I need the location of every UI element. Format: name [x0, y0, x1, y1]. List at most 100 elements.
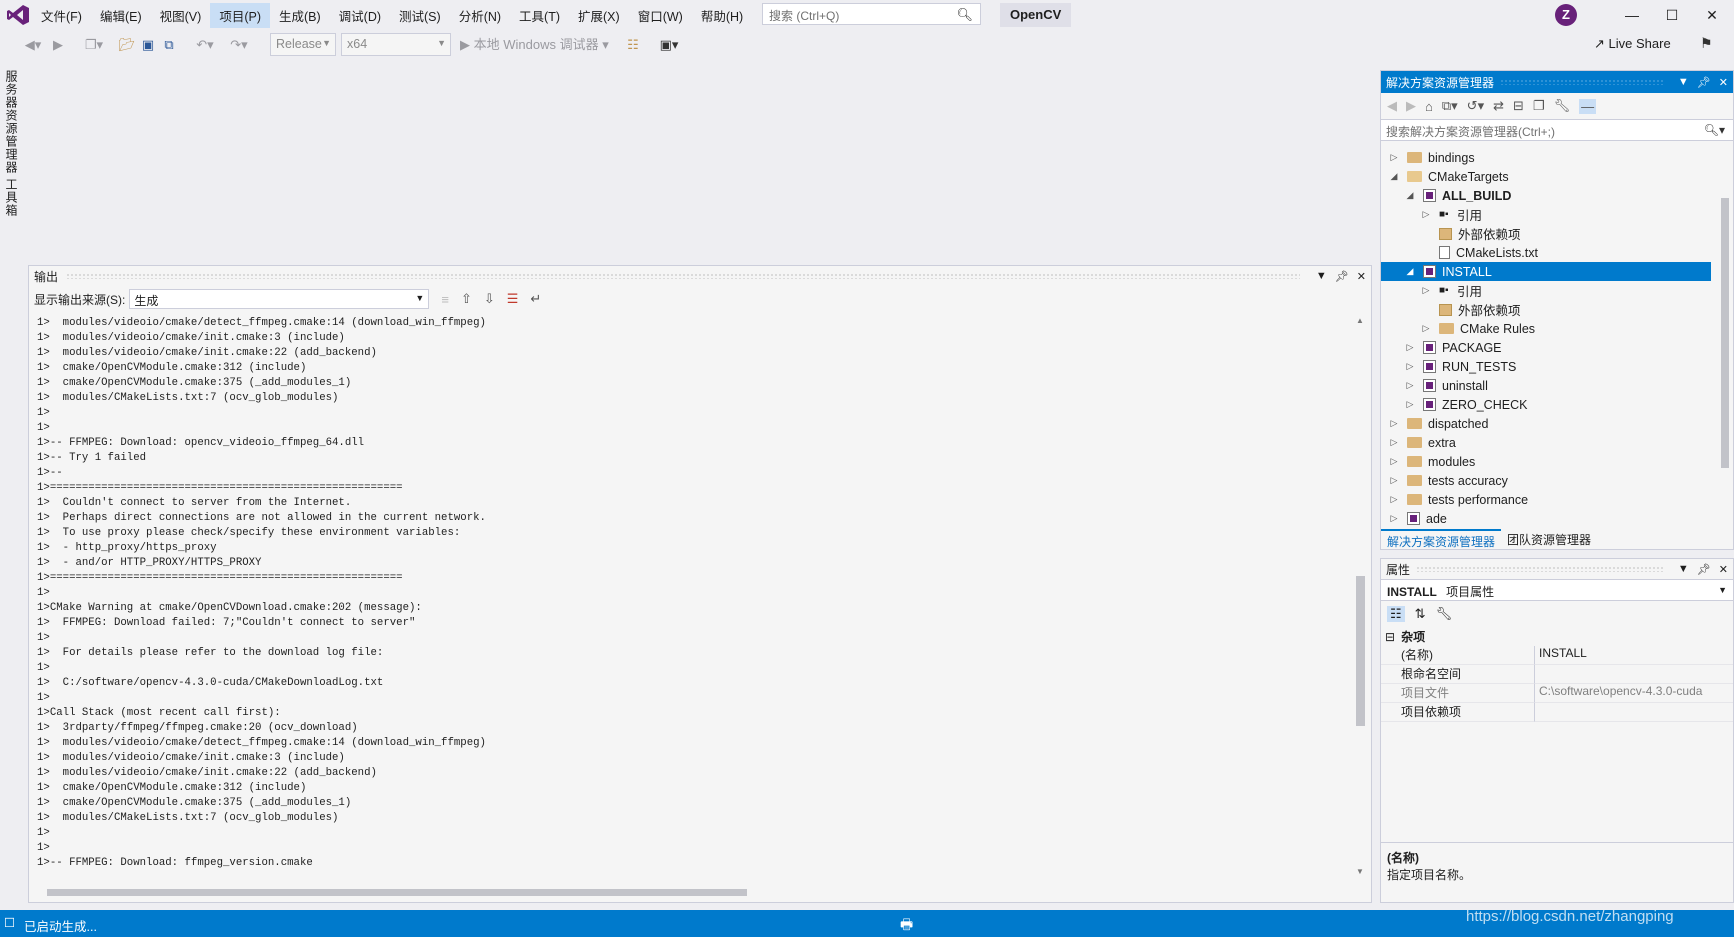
expand-arrow-icon[interactable]: ▷ [1419, 209, 1433, 220]
properties-object-select[interactable]: INSTALL 项目属性 ▼ [1381, 579, 1733, 601]
expand-arrow-icon[interactable]: ▷ [1419, 285, 1433, 296]
output-vertical-scrollbar[interactable]: ▲ ▼ [1354, 316, 1367, 876]
alphabetical-icon[interactable]: ⇅ [1415, 606, 1426, 622]
platform-select[interactable]: x64 ▼ [341, 33, 451, 56]
tab-team-explorer[interactable]: 团队资源管理器 [1501, 529, 1597, 549]
property-group[interactable]: ⊟ 杂项 [1381, 627, 1733, 646]
switch-views-icon[interactable]: ⧉▾ [1442, 98, 1458, 114]
show-all-files-icon[interactable]: ❐ [1533, 98, 1545, 114]
undo-icon[interactable]: ↶▾ [192, 35, 218, 55]
menu-item-10[interactable]: 窗口(W) [629, 3, 692, 28]
expanded-arrow-icon[interactable]: ◢ [1387, 171, 1401, 182]
properties-wrench-icon[interactable]: 🔧︎ [1554, 98, 1571, 114]
property-row[interactable]: 根命名空间 [1381, 665, 1733, 684]
save-all-icon[interactable]: ⧉ [160, 35, 178, 55]
scroll-thumb[interactable] [1721, 198, 1729, 468]
property-value[interactable] [1535, 665, 1733, 684]
tree-node[interactable]: ▷ tests performance [1381, 490, 1711, 509]
collapse-all-icon[interactable]: ⊟ [1513, 98, 1524, 114]
output-source-select[interactable]: 生成 ▼ [129, 289, 430, 309]
expand-arrow-icon[interactable]: ▷ [1387, 418, 1401, 429]
dropdown-icon[interactable]: ▼ [1678, 563, 1689, 575]
navigate-back-icon[interactable]: ◀▾ [18, 35, 48, 55]
menu-item-2[interactable]: 视图(V) [151, 3, 211, 28]
output-horizontal-scrollbar[interactable] [37, 885, 1355, 899]
close-icon[interactable]: ✕ [1719, 76, 1728, 89]
feedback-icon[interactable]: ⚑ [1700, 35, 1713, 52]
expand-arrow-icon[interactable]: ▷ [1403, 399, 1417, 410]
history-icon[interactable]: ↺▾ [1467, 98, 1484, 114]
expand-arrow-icon[interactable]: ▷ [1387, 475, 1401, 486]
menu-item-8[interactable]: 工具(T) [510, 3, 569, 28]
property-row[interactable]: (名称) INSTALL [1381, 646, 1733, 665]
forward-icon[interactable]: ▶ [1406, 98, 1416, 114]
expanded-arrow-icon[interactable]: ◢ [1403, 190, 1417, 201]
pin-icon[interactable]: 📌︎ [1697, 563, 1711, 576]
tree-node[interactable]: ▷ tests accuracy [1381, 471, 1711, 490]
tree-node[interactable]: 外部依赖项 [1381, 300, 1711, 319]
output-text[interactable]: 1> modules/videoio/cmake/detect_ffmpeg.c… [37, 316, 1355, 874]
menu-item-5[interactable]: 调试(D) [330, 3, 390, 28]
account-avatar[interactable]: Z [1555, 4, 1577, 26]
sync-icon[interactable]: ⇄ [1493, 98, 1504, 114]
open-file-icon[interactable]: 📂︎ [118, 35, 136, 55]
scroll-down-icon[interactable]: ▼ [1356, 867, 1364, 876]
expand-arrow-icon[interactable]: ▷ [1403, 380, 1417, 391]
tree-node[interactable]: ◢ CMakeTargets [1381, 167, 1711, 186]
property-row[interactable]: 项目文件 C:\software\opencv-4.3.0-cuda [1381, 684, 1733, 703]
menu-item-7[interactable]: 分析(N) [450, 3, 510, 28]
expand-arrow-icon[interactable]: ▷ [1403, 361, 1417, 372]
notification-icon[interactable]: 🖶︎ [900, 914, 913, 937]
scroll-up-icon[interactable]: ▲ [1356, 316, 1364, 325]
menu-item-11[interactable]: 帮助(H) [692, 3, 752, 28]
property-value[interactable] [1535, 703, 1733, 722]
solution-search-box[interactable]: 搜索解决方案资源管理器(Ctrl+;) 🔍︎▾ [1381, 119, 1733, 141]
tree-node[interactable]: ▷ uninstall [1381, 376, 1711, 395]
tab-solution-explorer[interactable]: 解决方案资源管理器 [1381, 529, 1502, 549]
menu-item-1[interactable]: 编辑(E) [91, 3, 151, 28]
tree-node[interactable]: CMakeLists.txt [1381, 243, 1711, 262]
menu-item-0[interactable]: 文件(F) [32, 3, 91, 28]
dropdown-icon[interactable]: ▼ [1678, 76, 1689, 88]
toolbox-tab[interactable]: 工具箱 [3, 178, 20, 217]
word-wrap-icon[interactable]: ↵ [530, 291, 541, 307]
tree-node[interactable]: ▷ dispatched [1381, 414, 1711, 433]
tree-node[interactable]: ◢ INSTALL [1381, 262, 1711, 281]
expand-arrow-icon[interactable]: ▷ [1387, 494, 1401, 505]
menu-item-9[interactable]: 扩展(X) [569, 3, 629, 28]
tree-node[interactable]: ◢ ALL_BUILD [1381, 186, 1711, 205]
expand-arrow-icon[interactable]: ▷ [1387, 437, 1401, 448]
maximize-button[interactable]: ☐ [1652, 3, 1692, 27]
tree-node[interactable]: ▷ ■▪ 引用 [1381, 281, 1711, 300]
server-explorer-tab[interactable]: 服务器资源管理器 [3, 70, 20, 174]
menu-item-6[interactable]: 测试(S) [390, 3, 450, 28]
screenshot-icon[interactable]: ▣▾ [654, 35, 684, 55]
back-icon[interactable]: ◀ [1387, 98, 1397, 114]
property-row[interactable]: 项目依赖项 [1381, 703, 1733, 722]
preview-icon[interactable]: — [1579, 98, 1597, 114]
tree-node[interactable]: ▷ extra [1381, 433, 1711, 452]
tree-node[interactable]: ▷ PACKAGE [1381, 338, 1711, 357]
navigate-forward-icon[interactable]: ▶ [50, 35, 66, 55]
tree-node[interactable]: ▷ ■▪ 引用 [1381, 205, 1711, 224]
home-icon[interactable]: ⌂ [1425, 99, 1433, 114]
tree-node[interactable]: ▷ modules [1381, 452, 1711, 471]
configuration-select[interactable]: Release ▼ [270, 33, 336, 56]
tree-node[interactable]: 外部依赖项 [1381, 224, 1711, 243]
menu-item-3[interactable]: 项目(P) [210, 2, 270, 28]
tree-node[interactable]: ▷ RUN_TESTS [1381, 357, 1711, 376]
close-icon[interactable]: ✕ [1719, 563, 1728, 576]
expand-arrow-icon[interactable]: ▷ [1403, 342, 1417, 353]
find-in-files-icon[interactable]: ☷ [624, 35, 642, 55]
start-debugger-button[interactable]: ▶ 本地 Windows 调试器 ▾ [460, 35, 614, 55]
new-project-icon[interactable]: ❐▾ [82, 35, 106, 55]
pin-icon[interactable]: 📌︎ [1697, 76, 1711, 89]
tree-node[interactable]: ▷ ade [1381, 509, 1711, 528]
tree-node[interactable]: ▷ bindings [1381, 148, 1711, 167]
previous-message-icon[interactable]: ⇧ [461, 291, 472, 307]
tree-node[interactable]: ▷ CMake Rules [1381, 319, 1711, 338]
property-value[interactable]: C:\software\opencv-4.3.0-cuda [1535, 684, 1733, 703]
scroll-thumb[interactable] [47, 889, 747, 896]
find-message-icon[interactable]: ≡ [441, 292, 449, 307]
expanded-arrow-icon[interactable]: ◢ [1403, 266, 1417, 277]
